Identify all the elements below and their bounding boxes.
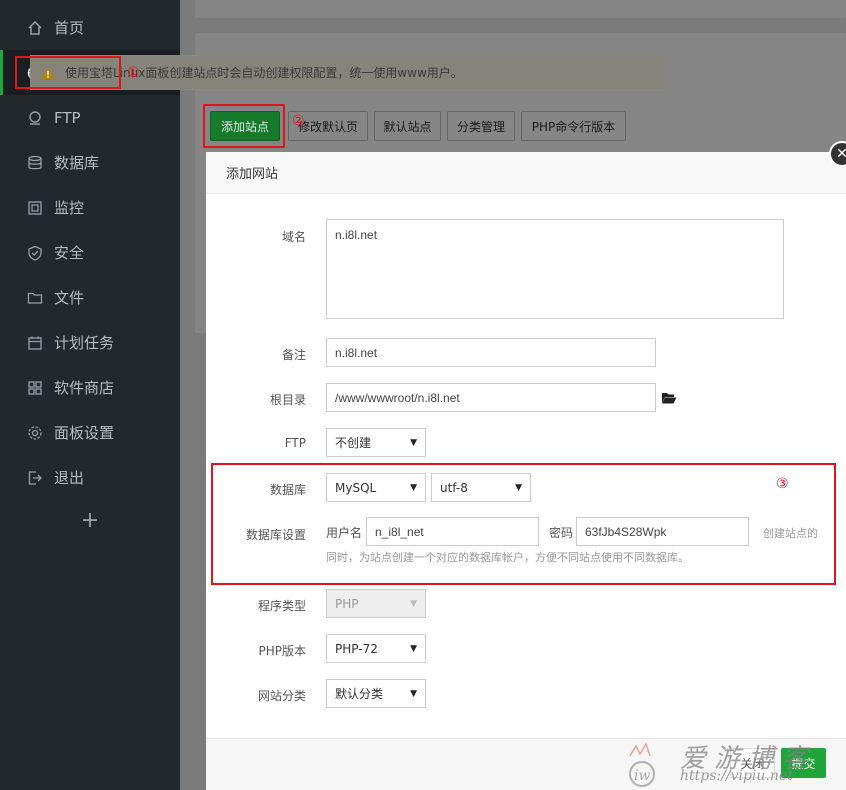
ftp-select-value: 不创建 [335,436,372,450]
sidebar-item-label: 退出 [54,469,85,487]
remark-input[interactable]: n.i8l.net [326,338,656,367]
logout-icon [26,469,44,487]
sidebar-item-store[interactable]: 软件商店 [0,365,180,410]
site-category-select[interactable]: 默认分类 ▼ [326,679,426,708]
caret-down-icon: ▼ [410,437,417,448]
info-alert: 使用宝塔Linux面板创建站点时会自动创建权限配置，统一使用www用户。 [30,55,666,90]
annotation-box-2 [203,104,285,148]
root-input[interactable]: /www/wwwroot/n.i8l.net [326,383,656,412]
sidebar-add-button[interactable]: + [0,505,180,535]
sidebar-item-label: 数据库 [54,154,100,172]
php-cli-button[interactable]: PHP命令行版本 [521,111,626,141]
annotation-box-1 [15,56,121,89]
annotation-1: ① [127,65,140,81]
annotation-box-3 [211,463,836,585]
sidebar-item-security[interactable]: 安全 [0,230,180,275]
sidebar-item-label: 监控 [54,199,85,217]
site-category-value: 默认分类 [335,687,384,701]
grid-icon [26,379,44,397]
sidebar-item-label: 软件商店 [54,379,115,397]
sidebar-item-label: FTP [54,108,81,127]
sidebar-item-database[interactable]: 数据库 [0,140,180,185]
folder-icon [26,289,44,307]
gear-icon [26,424,44,442]
root-label: 根目录 [269,393,306,407]
default-site-button[interactable]: 默认站点 [374,111,441,141]
program-type-label: 程序类型 [257,599,306,613]
shield-icon [26,244,44,262]
modal-title: 添加网站 [206,152,846,194]
sidebar-item-ftp[interactable]: FTP [0,95,180,140]
sidebar-item-logout[interactable]: 退出 [0,455,180,500]
domain-textarea[interactable]: n.i8l.net [326,219,784,319]
sidebar-item-label: 首页 [54,19,85,37]
watermark-url: https://vipiu.net [680,768,793,784]
ftp-icon [26,109,44,127]
sidebar-item-monitor[interactable]: 监控 [0,185,180,230]
php-version-select[interactable]: PHP-72 ▼ [326,634,426,663]
top-card [195,0,846,18]
php-version-value: PHP-72 [335,641,378,656]
sidebar-item-files[interactable]: 文件 [0,275,180,320]
sidebar: 首页 网站 FTP 数据库 监控 安全 文件 计划任务 软件商店 面板设置 退出… [0,0,180,790]
monitor-icon [26,199,44,217]
category-manage-button[interactable]: 分类管理 [447,111,515,141]
alert-text: 使用宝塔Linux面板创建站点时会自动创建权限配置，统一使用www用户。 [65,66,463,80]
sidebar-item-label: 安全 [54,244,85,262]
caret-down-icon: ▼ [410,643,417,654]
annotation-2: ② [292,113,305,129]
sidebar-item-label: 计划任务 [54,334,115,352]
caret-down-icon: ▼ [410,688,417,699]
site-category-label: 网站分类 [257,689,306,703]
caret-down-icon: ▼ [410,598,417,609]
sidebar-item-home[interactable]: 首页 [0,5,180,50]
database-icon [26,154,44,172]
php-version-label: PHP版本 [258,644,307,658]
home-icon [26,19,44,37]
folder-open-icon[interactable] [661,391,677,405]
annotation-3: ③ [776,476,789,492]
calendar-icon [26,334,44,352]
sidebar-item-label: 文件 [54,289,85,307]
sidebar-item-label: 面板设置 [54,424,115,442]
ftp-select[interactable]: 不创建 ▼ [326,428,426,457]
program-type-select: PHP ▼ [326,589,426,618]
remark-label: 备注 [281,348,306,362]
program-type-value: PHP [335,596,359,611]
ftp-label: FTP [284,436,306,450]
sidebar-item-cron[interactable]: 计划任务 [0,320,180,365]
domain-label: 域名 [281,230,306,244]
sidebar-item-settings[interactable]: 面板设置 [0,410,180,455]
